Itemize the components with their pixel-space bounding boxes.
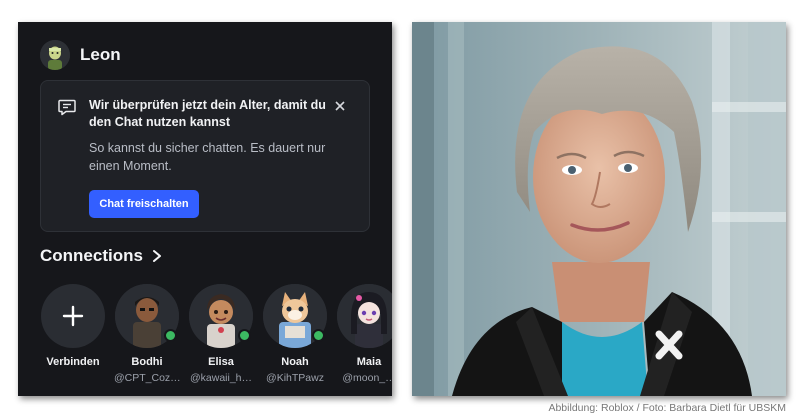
user-avatar[interactable]: [40, 40, 70, 70]
add-connection-item[interactable]: Verbinden: [40, 284, 106, 368]
portrait-photo: [412, 22, 786, 396]
close-icon[interactable]: [331, 97, 349, 115]
friend-handle: @moon_…: [342, 372, 392, 384]
friend-name: Noah: [281, 356, 309, 368]
connections-label: Connections: [40, 246, 143, 265]
friend-avatar[interactable]: [189, 284, 253, 348]
friend-handle: @CPT_Coz…: [114, 372, 181, 384]
friend-name: Maia: [356, 356, 382, 368]
add-connection-button[interactable]: [41, 284, 105, 348]
unlock-chat-button[interactable]: Chat freischalten: [89, 190, 199, 218]
age-check-notice: Wir überprüfen jetzt dein Alter, damit d…: [40, 80, 370, 232]
plus-icon: [62, 305, 84, 327]
image-caption: Abbildung: Roblox / Foto: Barbara Dietl …: [548, 402, 786, 414]
friend-avatar[interactable]: [115, 284, 179, 348]
friend-handle: @kawaii_h…: [189, 372, 252, 384]
chevron-right-icon: [152, 250, 161, 262]
friend-name: Bodhi: [131, 356, 163, 368]
connections-link[interactable]: Connections: [40, 246, 163, 266]
notice-title: Wir überprüfen jetzt dein Alter, damit d…: [89, 98, 326, 129]
chat-icon: [58, 99, 76, 116]
friend-item[interactable]: Noah @KihTPawz: [262, 284, 328, 384]
friend-name: Verbinden: [46, 356, 100, 368]
profile-header[interactable]: Leon: [40, 40, 121, 70]
online-status-badge: [164, 329, 177, 342]
username: Leon: [80, 45, 121, 64]
roblox-app-panel: Leon Wir überprüfen jetzt dein Alter, da…: [18, 22, 392, 396]
friend-name: Elisa: [208, 356, 234, 368]
notice-body: So kannst du sicher chatten. Es dauert n…: [89, 141, 326, 173]
friend-avatar[interactable]: [337, 284, 392, 348]
connections-list: Verbinden Bodhi @CPT_Coz… Elisa @kawaii_…: [40, 284, 392, 394]
friend-handle: @KihTPawz: [266, 372, 324, 384]
friend-item[interactable]: Maia @moon_…: [336, 284, 392, 384]
friend-item[interactable]: Bodhi @CPT_Coz…: [114, 284, 181, 384]
friend-avatar[interactable]: [263, 284, 327, 348]
friend-item[interactable]: Elisa @kawaii_h…: [188, 284, 254, 384]
online-status-badge: [312, 329, 325, 342]
portrait-image: [412, 22, 786, 396]
online-status-badge: [238, 329, 251, 342]
